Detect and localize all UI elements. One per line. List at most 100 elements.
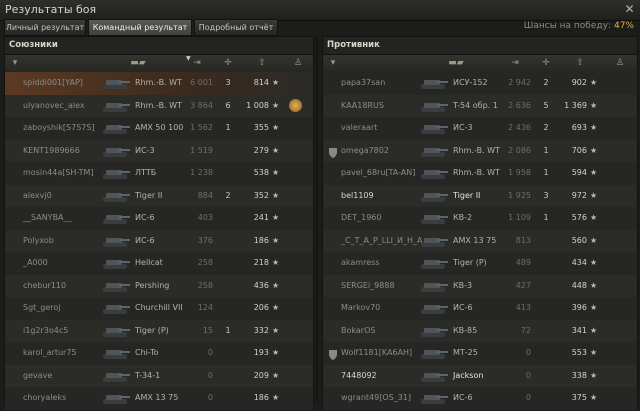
- tank-icon: [421, 237, 448, 247]
- tank-icon: [103, 170, 130, 179]
- kills-icon[interactable]: ✛: [221, 58, 235, 68]
- tank-icon[interactable]: ▬▰: [443, 58, 469, 68]
- player-row[interactable]: ulyanovec_alex Rhm.-B. WT 3 864 6 1 008 ★: [5, 94, 313, 118]
- player-row[interactable]: Markov70 ИС-6 413 396 ★: [323, 297, 637, 321]
- player-row[interactable]: valeraart ИС-3 2 436 2 693 ★: [323, 117, 637, 141]
- player-row[interactable]: bel1109 Tiger II 1 925 3 972 ★: [323, 184, 637, 208]
- player-row[interactable]: Wolf1181[KA6AH] МТ-25 0 553 ★: [323, 342, 637, 366]
- damage-icon[interactable]: ⇥: [507, 58, 523, 68]
- player-row[interactable]: SERGEi_9888 КВ-3 427 448 ★: [323, 274, 637, 298]
- damage-value: 0: [525, 393, 531, 402]
- xp-value: 902: [571, 78, 587, 87]
- player-row[interactable]: wgrant49[OS_31] ИС-6 0 375 ★: [323, 387, 637, 411]
- star-icon: ★: [590, 168, 598, 177]
- xp-value: 576: [571, 213, 587, 222]
- damage-value: 813: [515, 235, 531, 245]
- player-row[interactable]: zaboyshik[S7S7S] AMX 50 100 1 562 1 355 ★: [5, 117, 313, 141]
- xp-value: 218: [253, 258, 269, 267]
- medal-icon[interactable]: [289, 98, 302, 112]
- tank-name: КВ-3: [453, 280, 473, 290]
- xp-value: 209: [253, 370, 269, 380]
- damage-value: 0: [207, 393, 213, 402]
- damage-value: 258: [197, 258, 213, 267]
- damage-value: 1 562: [190, 123, 213, 132]
- player-row[interactable]: i1g2r3o4c5 Tiger (P) 15 1 332 ★: [5, 319, 313, 343]
- player-row[interactable]: gevave T-34-1 0 209 ★: [5, 364, 313, 388]
- damage-value: 0: [207, 370, 213, 380]
- damage-value: 1 519: [190, 145, 213, 155]
- panel-divider: [316, 36, 318, 401]
- xp-value: 338: [571, 370, 587, 380]
- player-row[interactable]: _A000 Hellcat 258 218 ★: [5, 252, 313, 276]
- player-row[interactable]: omega7802 Rhm.-B. WT 2 086 1 706 ★: [323, 139, 637, 163]
- star-icon: ★: [590, 213, 598, 222]
- tank-icon: [103, 147, 130, 157]
- player-row[interactable]: KAA18RUS T-54 обр. 12 636 5 1 369 ★: [323, 94, 637, 118]
- kills-icon[interactable]: ✛: [539, 58, 553, 68]
- xp-icon[interactable]: ⇧: [573, 58, 587, 68]
- tank-icon: [103, 102, 130, 112]
- xp-icon[interactable]: ⇧: [255, 58, 269, 68]
- player-row[interactable]: karol_artur75 Chi-To 0 193 ★: [5, 342, 313, 366]
- win-chance: Шансы на победу: 47%: [524, 21, 634, 31]
- damage-value: 427: [515, 280, 531, 290]
- player-row[interactable]: Sgt_geroj Churchill VII 124 206 ★: [5, 297, 313, 321]
- player-row[interactable]: papa37san ИСУ-152 2 942 2 902 ★: [323, 72, 637, 96]
- tank-icon[interactable]: ▬▰: [125, 58, 151, 68]
- player-row[interactable]: __SANYBA__ ИС-6 403 241 ★: [5, 207, 313, 231]
- player-row[interactable]: _C_T_A_P_LLI_И_H_A_ AMX 13 75 813 560 ★: [323, 229, 637, 253]
- allies-title: Союзники: [9, 40, 58, 50]
- player-row[interactable]: akamress Tiger (P) 489 434 ★: [323, 252, 637, 276]
- player-row[interactable]: 7448092 Jackson 0 338 ★: [323, 364, 637, 388]
- tank-icon: [421, 147, 448, 157]
- star-icon: ★: [590, 348, 598, 357]
- damage-icon[interactable]: ⇥: [189, 58, 205, 68]
- xp-value: 693: [571, 123, 587, 132]
- tank-icon: [421, 372, 448, 382]
- tank-icon: [421, 170, 448, 179]
- tank-icon: [103, 282, 130, 292]
- star-icon: ★: [272, 348, 280, 357]
- player-row[interactable]: BokarOS КВ-85 72 341 ★: [323, 319, 637, 343]
- star-icon: ★: [590, 235, 598, 245]
- player-row[interactable]: alexvj0 Tiger II 884 2 352 ★: [5, 184, 313, 208]
- tank-icon: [421, 282, 448, 292]
- xp-value: 560: [571, 235, 587, 245]
- player-row[interactable]: choryaleks AMX 13 75 0 186 ★: [5, 387, 313, 411]
- tank-icon: [421, 215, 448, 224]
- star-icon: ★: [272, 280, 280, 290]
- xp-value: 241: [253, 213, 269, 222]
- tab-detailed-report[interactable]: Подробный отчёт: [194, 19, 278, 36]
- tank-name: Rhm.-B. WT: [135, 78, 182, 87]
- tank-name: ИС-6: [453, 393, 473, 402]
- player-row[interactable]: chebur110 Pershing 258 436 ★: [5, 274, 313, 298]
- tab-team-result[interactable]: Командный результат: [88, 19, 192, 36]
- tank-name: ИС-3: [135, 145, 155, 155]
- tab-personal-result[interactable]: Личный результат: [4, 19, 86, 36]
- player-row[interactable]: mosin44a[SH-TM] ЛТТБ 1 238 538 ★: [5, 162, 313, 186]
- xp-value: 193: [253, 348, 269, 357]
- xp-value: 436: [253, 280, 269, 290]
- star-icon: ★: [272, 213, 280, 222]
- star-icon: ★: [590, 303, 598, 312]
- damage-value: 884: [197, 190, 213, 200]
- tank-icon: [103, 237, 130, 247]
- platoon-icon[interactable]: ▾: [328, 58, 338, 68]
- player-row[interactable]: pavel_68ru[TA-AN] Rhm.-B. WT 1 958 1 594 ★: [323, 162, 637, 186]
- close-icon[interactable]: ✕: [623, 3, 636, 16]
- player-row[interactable]: DET_1960 КВ-2 1 109 1 576 ★: [323, 207, 637, 231]
- tank-name: КВ-85: [453, 325, 478, 335]
- win-chance-value: 47%: [613, 21, 634, 31]
- platoon-icon[interactable]: ▾: [10, 58, 20, 68]
- player-icon[interactable]: ♙: [293, 58, 303, 68]
- tank-icon: [103, 192, 130, 202]
- xp-value: 341: [571, 325, 587, 335]
- tank-icon: [421, 125, 448, 134]
- player-row[interactable]: Polyxob ИС-6 376 186 ★: [5, 229, 313, 253]
- damage-value: 0: [207, 348, 213, 357]
- xp-value: 355: [253, 123, 269, 132]
- player-icon[interactable]: ♙: [615, 58, 625, 68]
- tank-icon: [421, 350, 448, 359]
- player-row[interactable]: KENT1989666 ИС-3 1 519 279 ★: [5, 139, 313, 163]
- player-row[interactable]: spiddi001[YAP] Rhm.-B. WT 6 001 3 814 ★: [5, 72, 313, 96]
